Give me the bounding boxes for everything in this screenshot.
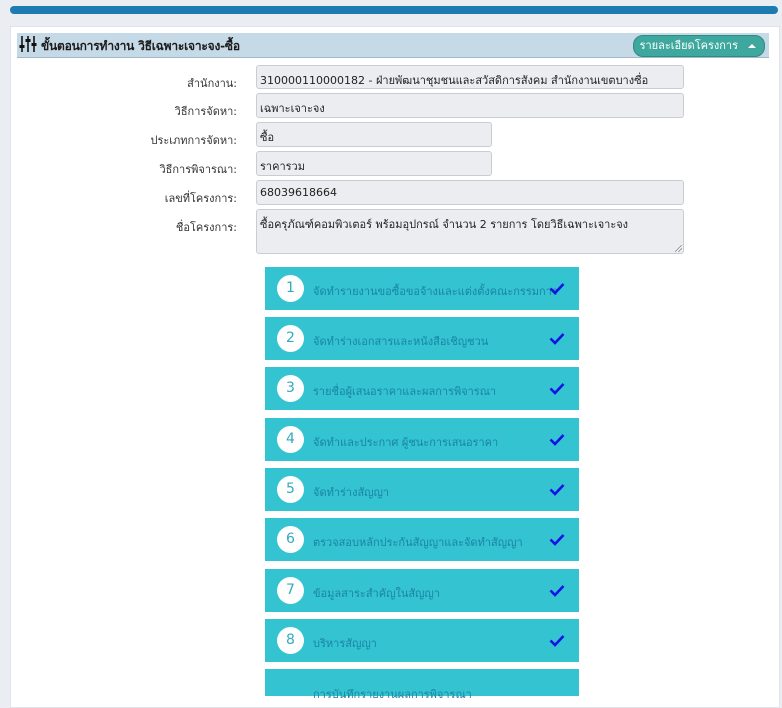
step-number: 7 bbox=[277, 577, 304, 604]
step-label: จัดทำและประกาศ ผู้ชนะการเสนอราคา bbox=[313, 436, 499, 449]
criteria-label: วิธีการพิจารณา: bbox=[159, 163, 237, 176]
check-icon bbox=[549, 383, 565, 395]
step-number: 4 bbox=[277, 426, 304, 453]
step-label: จัดทำร่างเอกสารและหนังสือเชิญชวน bbox=[313, 335, 489, 348]
step-2[interactable]: 2 จัดทำร่างเอกสารและหนังสือเชิญชวน bbox=[265, 317, 579, 360]
step-number: 1 bbox=[277, 275, 304, 302]
method-field[interactable]: เฉพาะเจาะจง bbox=[256, 93, 684, 118]
project-number-field[interactable]: 68039618664 bbox=[256, 180, 684, 205]
caret-up-icon bbox=[748, 44, 756, 48]
check-icon bbox=[549, 434, 565, 446]
step-label: ข้อมูลสาระสำคัญในสัญญา bbox=[313, 587, 440, 600]
step-label: จัดทำร่างสัญญา bbox=[313, 486, 390, 499]
resize-handle-icon[interactable] bbox=[675, 245, 682, 252]
check-icon bbox=[549, 333, 565, 345]
step-number: 2 bbox=[277, 325, 304, 352]
step-label: การบันทึกรายงานผลการพิจารณา bbox=[313, 688, 472, 701]
top-accent-bar bbox=[10, 6, 778, 14]
agency-field[interactable]: 310000110000182 - ฝ่ายพัฒนาชุมชนและสวัสด… bbox=[256, 65, 684, 89]
agency-label: สำนักงาน: bbox=[187, 77, 237, 90]
page-title: ขั้นตอนการทำงาน วิธีเฉพาะเจาะจง-ซื้อ bbox=[41, 39, 240, 53]
step-7[interactable]: 7 ข้อมูลสาระสำคัญในสัญญา bbox=[265, 569, 579, 612]
project-name-label: ชื่อโครงการ: bbox=[175, 221, 237, 234]
step-4[interactable]: 4 จัดทำและประกาศ ผู้ชนะการเสนอราคา bbox=[265, 418, 579, 461]
check-icon bbox=[549, 283, 565, 295]
project-number-label: เลขที่โครงการ: bbox=[164, 192, 237, 205]
step-number: 6 bbox=[277, 526, 304, 553]
step-label: บริหารสัญญา bbox=[313, 637, 377, 650]
check-icon bbox=[549, 585, 565, 597]
project-name-textarea[interactable]: ซื้อครุภัณฑ์คอมพิวเตอร์ พร้อมอุปกรณ์ จำน… bbox=[256, 209, 684, 254]
step-8[interactable]: 8 บริหารสัญญา bbox=[265, 619, 579, 662]
panel-header: ขั้นตอนการทำงาน วิธีเฉพาะเจาะจง-ซื้อ ราย… bbox=[17, 33, 769, 58]
step-label: ตรวจสอบหลักประกันสัญญาและจัดทำสัญญา bbox=[313, 536, 523, 549]
step-1[interactable]: 1 จัดทำรายงานขอซื้อขอจ้างและแต่งตั้งคณะก… bbox=[265, 267, 579, 310]
step-number: 5 bbox=[277, 476, 304, 503]
step-number: 8 bbox=[277, 627, 304, 654]
step-5[interactable]: 5 จัดทำร่างสัญญา bbox=[265, 468, 579, 511]
check-icon bbox=[549, 635, 565, 647]
type-field[interactable]: ซื้อ bbox=[256, 122, 492, 147]
project-detail-label: รายละเอียดโครงการ bbox=[639, 39, 738, 52]
project-name-text: ซื้อครุภัณฑ์คอมพิวเตอร์ พร้อมอุปกรณ์ จำน… bbox=[260, 218, 629, 231]
step-6[interactable]: 6 ตรวจสอบหลักประกันสัญญาและจัดทำสัญญา bbox=[265, 518, 579, 561]
method-label: วิธีการจัดหา: bbox=[174, 105, 237, 118]
step-9[interactable]: การบันทึกรายงานผลการพิจารณา bbox=[265, 669, 579, 701]
step-number: 3 bbox=[277, 375, 304, 402]
check-icon bbox=[549, 484, 565, 496]
sliders-icon bbox=[19, 36, 37, 52]
criteria-field[interactable]: ราคารวม bbox=[256, 151, 492, 176]
step-3[interactable]: 3 รายชื่อผู้เสนอราคาและผลการพิจารณา bbox=[265, 367, 579, 410]
step-label: รายชื่อผู้เสนอราคาและผลการพิจารณา bbox=[313, 385, 497, 398]
type-label: ประเภทการจัดหา: bbox=[150, 134, 237, 147]
check-icon bbox=[549, 534, 565, 546]
project-detail-button[interactable]: รายละเอียดโครงการ bbox=[632, 35, 765, 57]
step-label: จัดทำรายงานขอซื้อขอจ้างและแต่งตั้งคณะกรร… bbox=[313, 285, 558, 298]
